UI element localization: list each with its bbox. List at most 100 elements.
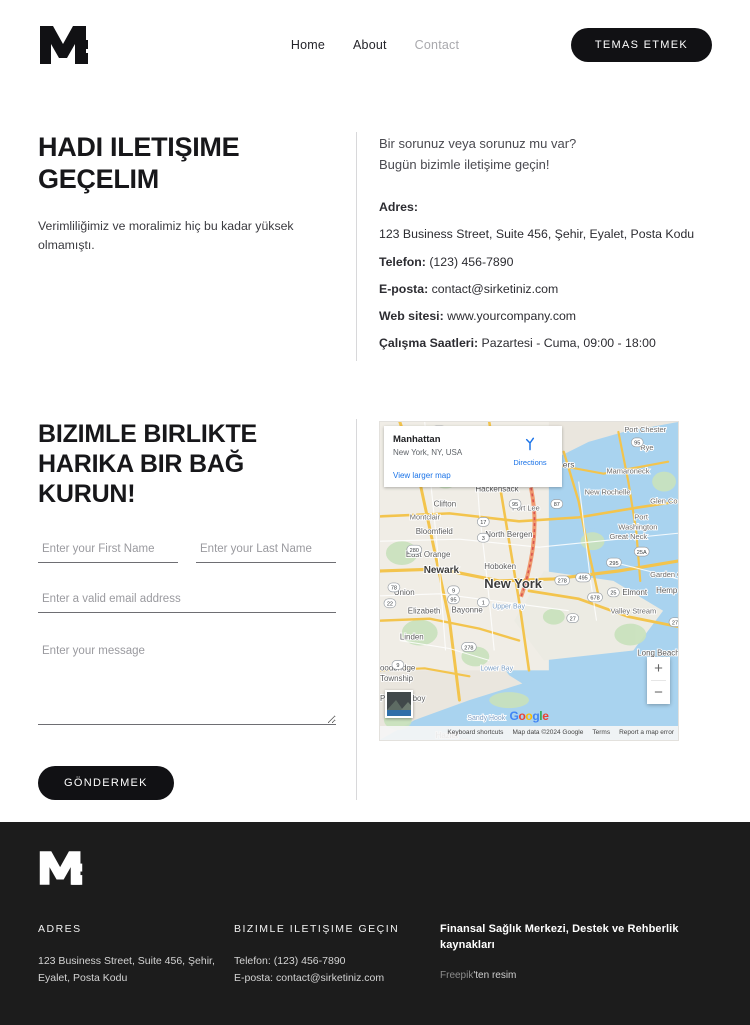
footer-logo-icon[interactable]	[38, 848, 84, 888]
phone-value-text: (123) 456-7890	[429, 254, 514, 269]
logo-icon[interactable]	[38, 24, 90, 66]
first-name-input[interactable]	[38, 538, 178, 563]
directions-button[interactable]: Directions	[506, 435, 554, 467]
keyboard-shortcuts-link[interactable]: Keyboard shortcuts	[447, 729, 503, 736]
map-place-label: Lower Bay	[480, 665, 513, 672]
map-place-label: Bloomfield	[416, 527, 453, 536]
footer-contact-column: BIZIMLE ILETIŞIME GEÇIN Telefon: (123) 4…	[234, 922, 440, 987]
map-place-label: Elizabeth	[408, 606, 441, 615]
footer-address-heading: ADRES	[38, 923, 82, 935]
email-field	[38, 588, 336, 613]
map-highway-shield: 280	[406, 544, 423, 555]
map-place-label: Glen Co	[650, 496, 677, 505]
map-highway-shield: 678	[587, 592, 603, 602]
map-highway-shield: 22	[383, 598, 397, 608]
map-highway-shield: 1	[476, 597, 490, 607]
svg-text:27: 27	[570, 616, 576, 622]
header-cta-button[interactable]: TEMAS ETMEK	[570, 28, 712, 62]
footer-address-line-2: Eyalet, Posta Kodu	[38, 971, 128, 984]
svg-text:1: 1	[482, 600, 485, 606]
contact-form-section: BIZIMLE BIRLIKTE HARIKA BIR BAĞ KURUN! G…	[0, 361, 750, 800]
map-highway-shield: 27	[668, 617, 678, 627]
main-navigation: Home About Contact	[291, 38, 459, 52]
website-value-text: www.yourcompany.com	[447, 309, 577, 324]
hours-label-text: Çalışma Saatleri:	[379, 336, 479, 351]
contact-address-label: Adres:	[379, 197, 712, 217]
google-map[interactable]: Port Chester Rye Mamaroneck ers New Rochelle…	[379, 420, 679, 741]
map-highway-shield: 78	[387, 582, 401, 592]
map-place-label: New York	[484, 576, 542, 591]
name-field-row	[38, 538, 336, 563]
svg-text:495: 495	[578, 575, 587, 581]
svg-text:278: 278	[558, 578, 567, 584]
email-label-text: E-posta:	[379, 281, 429, 296]
submit-button[interactable]: GÖNDERMEK	[38, 765, 174, 800]
footer-address-column: ADRES 123 Business Street, Suite 456, Şe…	[38, 922, 234, 987]
google-logo: Google	[510, 709, 549, 723]
contact-website: Web sitesi: www.yourcompany.com	[379, 306, 712, 326]
zoom-out-button[interactable]: −	[647, 680, 670, 704]
google-logo-e: e	[542, 708, 549, 723]
contact-address-value: 123 Business Street, Suite 456, Şehir, E…	[379, 227, 695, 242]
svg-text:678: 678	[590, 595, 599, 601]
street-view-thumbnail[interactable]	[385, 689, 413, 718]
map-place-label: Montclair	[410, 512, 441, 521]
svg-text:78: 78	[391, 585, 397, 591]
footer-contact-heading: BIZIMLE ILETIŞIME GEÇIN	[234, 923, 400, 935]
map-highway-shield: 295	[606, 557, 622, 568]
intro-right-column: Bir sorunuz veya sorunuz mu var? Bugün b…	[357, 132, 712, 361]
svg-text:3: 3	[482, 536, 485, 542]
footer-contact-phone: Telefon: (123) 456-7890	[234, 954, 346, 967]
first-name-field	[38, 538, 178, 563]
map-place-label: North Bergen	[485, 530, 532, 539]
map-highway-shield: 27	[566, 613, 580, 623]
email-value-text: contact@sirketiniz.com	[431, 281, 559, 296]
report-error-link[interactable]: Report a map error	[619, 729, 674, 736]
svg-text:295: 295	[609, 561, 618, 567]
map-highway-shield: 9	[447, 585, 460, 595]
last-name-field	[196, 538, 336, 563]
footer-address-line-1: 123 Business Street, Suite 456, Şehir,	[38, 954, 215, 967]
map-place-label: Hemp	[656, 586, 678, 595]
map-place-label: Valley Stream	[610, 606, 656, 615]
contact-details-list: Adres: 123 Business Street, Suite 456, Ş…	[379, 197, 712, 354]
contact-phone: Telefon: (123) 456-7890	[379, 252, 712, 272]
zoom-in-button[interactable]: +	[647, 656, 670, 680]
map-place-label: Great Neck	[609, 532, 647, 541]
map-info-card: Manhattan New York, NY, USA View larger …	[384, 425, 562, 488]
map-highway-shield: 95	[630, 437, 644, 447]
nav-link-about[interactable]: About	[353, 38, 387, 52]
google-logo-g2: g	[532, 708, 540, 723]
map-highway-shield: 17	[476, 516, 490, 527]
map-place-label: Upper Bay	[492, 603, 525, 610]
svg-text:95: 95	[512, 502, 518, 508]
map-place-label: Clifton	[434, 499, 457, 508]
nav-link-contact[interactable]: Contact	[415, 38, 459, 52]
page-title: HADI ILETIŞIME GEÇELIM	[38, 132, 240, 194]
last-name-input[interactable]	[196, 538, 336, 563]
view-larger-map-link[interactable]: View larger map	[393, 471, 553, 480]
terms-link[interactable]: Terms	[592, 729, 610, 736]
svg-text:95: 95	[634, 440, 640, 446]
nav-link-home[interactable]: Home	[291, 38, 325, 52]
directions-label: Directions	[513, 457, 547, 467]
svg-text:22: 22	[387, 601, 393, 607]
footer-contact-email: E-posta: contact@sirketiniz.com	[234, 971, 385, 984]
footer-credit-rest: 'ten resim	[473, 969, 517, 981]
map-place-label: Port Chester	[624, 425, 666, 434]
address-label-text: Adres:	[379, 200, 418, 215]
email-input[interactable]	[38, 588, 336, 613]
message-textarea[interactable]	[38, 638, 336, 725]
map-place-label: Washington	[618, 522, 657, 531]
map-place-label: Port	[634, 512, 649, 521]
svg-text:95: 95	[450, 597, 456, 603]
google-logo-g: G	[509, 708, 519, 723]
map-place-label: Hoboken	[484, 562, 516, 571]
map-place-label: Township	[380, 674, 414, 683]
directions-icon	[525, 437, 535, 451]
svg-text:25: 25	[610, 590, 616, 596]
svg-text:9: 9	[452, 588, 455, 594]
footer-credit-brand[interactable]: Freepik	[440, 970, 473, 981]
svg-text:27: 27	[672, 620, 678, 626]
svg-text:17: 17	[480, 520, 486, 526]
